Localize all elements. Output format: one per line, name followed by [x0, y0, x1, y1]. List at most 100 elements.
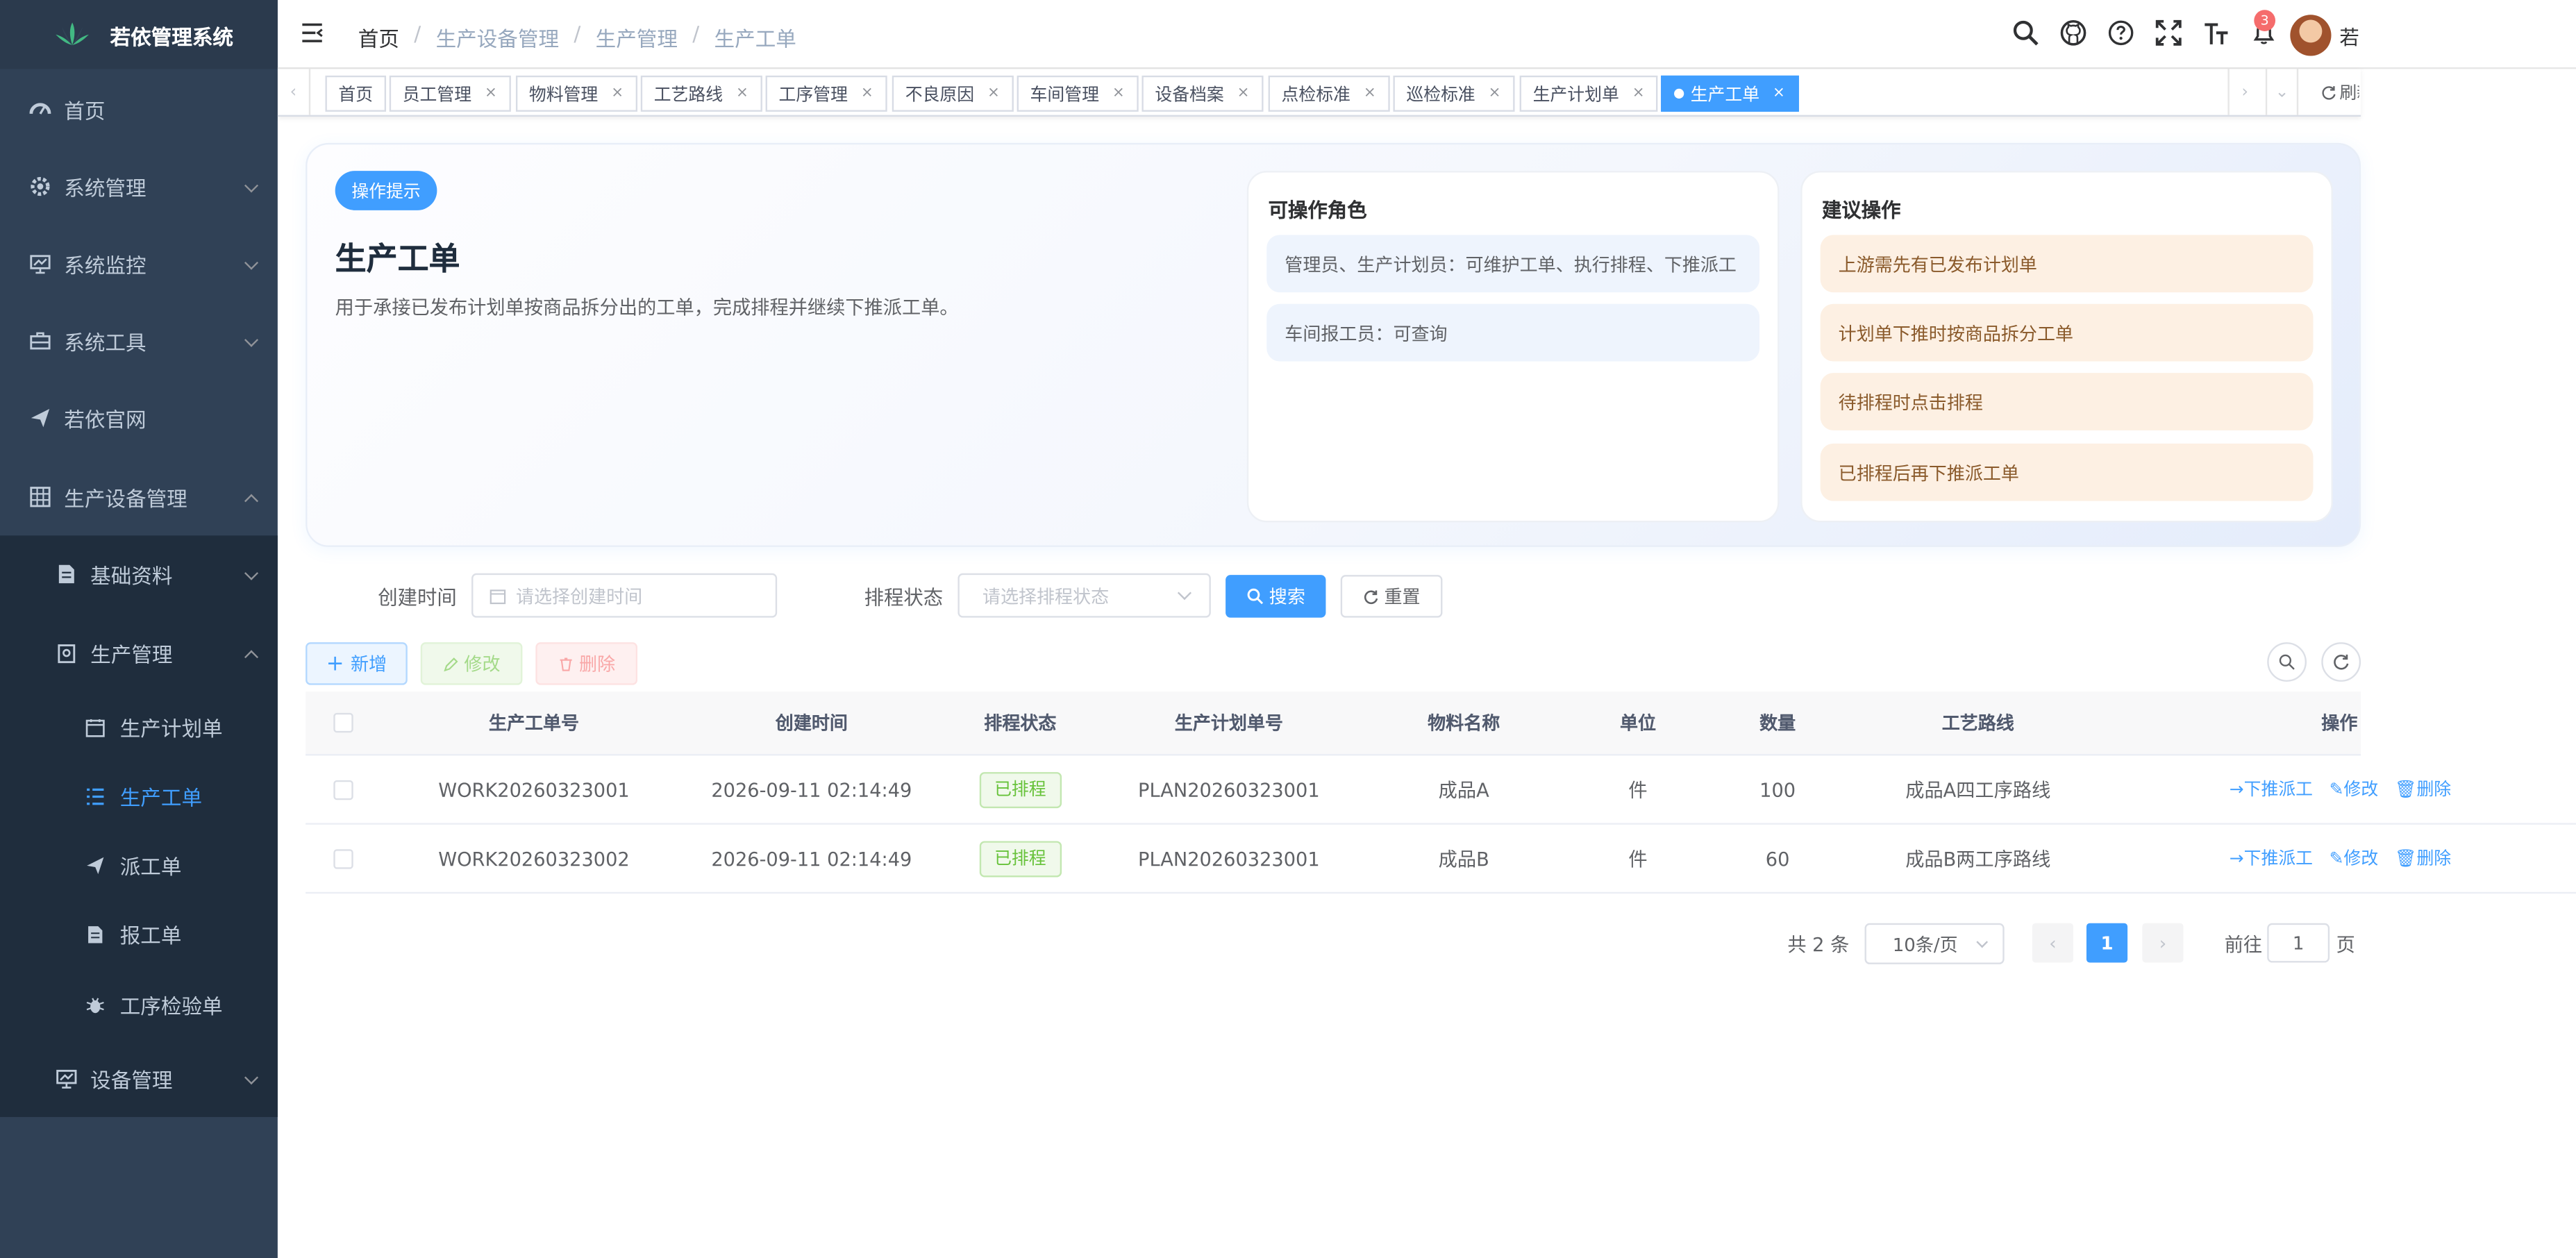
- push-dispatch-link[interactable]: →下推派工: [2230, 846, 2313, 871]
- quantity: 100: [1759, 778, 1796, 801]
- delete-link[interactable]: 🗑删除: [2395, 777, 2451, 801]
- sidebar-item-label: 生产管理: [90, 642, 173, 667]
- sidebar-item-report-order[interactable]: 报工单: [0, 896, 278, 973]
- fullscreen-icon[interactable]: [2154, 17, 2184, 49]
- close-icon[interactable]: ×: [1364, 85, 1376, 102]
- sidebar-item-label: 系统管理: [64, 176, 147, 201]
- close-icon[interactable]: ×: [1632, 85, 1645, 102]
- sidebar-item-monitor[interactable]: 系统监控: [0, 225, 278, 302]
- refresh-tag-button[interactable]: 刷新: [2321, 81, 2359, 105]
- row-checkbox[interactable]: [333, 779, 353, 800]
- sidebar-item-equipment-management[interactable]: 设备管理: [0, 1040, 278, 1117]
- page-number-button[interactable]: 1: [2086, 923, 2128, 963]
- close-icon[interactable]: ×: [736, 85, 748, 102]
- role-item: 车间报工员：可查询: [1266, 303, 1760, 362]
- column-header[interactable]: 生产计划单号: [1175, 691, 1283, 754]
- app-logo[interactable]: 若依管理系统: [0, 0, 278, 69]
- github-icon[interactable]: [2059, 17, 2089, 49]
- tag-spot-check[interactable]: 点检标准 ×: [1268, 75, 1389, 112]
- tag-patrol-check[interactable]: 巡检标准 ×: [1393, 75, 1514, 112]
- breadcrumb-item[interactable]: 首页: [358, 22, 399, 53]
- tag-process[interactable]: 工序管理 ×: [765, 75, 887, 112]
- sidebar-item-tools[interactable]: 系统工具: [0, 302, 278, 379]
- close-icon[interactable]: ×: [987, 85, 1000, 102]
- table-row[interactable]: WORK20260323002 2026-09-11 02:14:49 已排程 …: [306, 825, 2576, 894]
- close-icon[interactable]: ×: [1489, 85, 1501, 102]
- process-route: 成品B两工序路线: [1905, 846, 2051, 870]
- column-header[interactable]: 工艺路线: [1942, 691, 2014, 754]
- delete-link[interactable]: 🗑删除: [2395, 846, 2451, 871]
- chevron-down-icon: [244, 1071, 259, 1085]
- close-icon[interactable]: ×: [611, 85, 624, 102]
- row-checkbox[interactable]: [333, 848, 353, 869]
- edit-link[interactable]: ✎修改: [2330, 846, 2379, 871]
- column-header[interactable]: 数量: [1759, 691, 1796, 754]
- goto-page-input[interactable]: 1: [2267, 923, 2330, 963]
- sidebar-item-label: 生产计划单: [119, 716, 223, 741]
- clipboard-icon: [54, 641, 77, 664]
- schedule-status-select[interactable]: 请选择排程状态: [957, 573, 1211, 618]
- next-page-button[interactable]: ›: [2142, 923, 2184, 963]
- table-row[interactable]: WORK20260323001 2026-09-11 02:14:49 已排程 …: [306, 755, 2576, 825]
- menu-fold-icon[interactable]: [301, 22, 324, 44]
- sidebar-item-process-inspection[interactable]: 工序检验单: [0, 966, 278, 1043]
- tag-home[interactable]: 首页: [325, 75, 387, 112]
- column-header[interactable]: 物料名称: [1428, 691, 1500, 754]
- page-size-select[interactable]: 10条/页: [1864, 923, 2005, 964]
- column-header[interactable]: 单位: [1620, 691, 1656, 754]
- chevron-down-icon[interactable]: ⌄: [2265, 69, 2299, 115]
- close-icon[interactable]: ×: [485, 85, 497, 102]
- sidebar-item-home[interactable]: 首页: [0, 71, 278, 148]
- tag-workshop[interactable]: 车间管理 ×: [1017, 75, 1138, 112]
- avatar[interactable]: [2290, 15, 2332, 56]
- refresh-table-button[interactable]: [2321, 642, 2361, 682]
- edit-button[interactable]: 修改: [420, 642, 523, 685]
- tag-defect-reason[interactable]: 不良原因 ×: [892, 75, 1013, 112]
- close-icon[interactable]: ×: [1237, 85, 1250, 102]
- sidebar-item-production-plan[interactable]: 生产计划单: [0, 688, 278, 765]
- sidebar-item-production-management[interactable]: 生产管理: [0, 614, 278, 691]
- tags-scroll-right-icon[interactable]: ›: [2227, 69, 2260, 115]
- edit-link[interactable]: ✎修改: [2330, 777, 2379, 801]
- tag-employee[interactable]: 员工管理 ×: [389, 75, 510, 112]
- column-header[interactable]: 排程状态: [984, 691, 1056, 754]
- font-size-icon[interactable]: [2202, 17, 2232, 49]
- sidebar-item-production-equipment[interactable]: 生产设备管理: [0, 458, 278, 535]
- prev-page-button[interactable]: ‹: [2032, 923, 2074, 963]
- reset-button[interactable]: 重置: [1340, 575, 1443, 618]
- edit-button-label: 修改: [464, 653, 501, 676]
- delete-button[interactable]: 删除: [535, 642, 638, 685]
- close-icon[interactable]: ×: [861, 85, 873, 102]
- tags-scroll-left-icon[interactable]: ‹: [278, 69, 311, 115]
- column-header[interactable]: 创建时间: [776, 691, 848, 754]
- help-icon[interactable]: [2106, 17, 2136, 49]
- close-icon[interactable]: ×: [1773, 85, 1785, 102]
- chevron-down-icon: [244, 333, 259, 347]
- sidebar-item-ruoyi-site[interactable]: 若依官网: [0, 380, 278, 457]
- tag-production-plan[interactable]: 生产计划单 ×: [1519, 75, 1658, 112]
- search-button[interactable]: 搜索: [1226, 575, 1326, 618]
- sidebar: 若依管理系统 首页 系统管理 系统监控 系统工具 若依官网 生产设备管理 基础资…: [0, 0, 278, 1258]
- tag-equipment[interactable]: 设备档案 ×: [1141, 75, 1263, 112]
- toggle-search-button[interactable]: [2267, 642, 2307, 682]
- sidebar-item-system[interactable]: 系统管理: [0, 148, 278, 225]
- search-icon[interactable]: [2011, 17, 2041, 49]
- refresh-icon: [2322, 86, 2336, 100]
- select-all-checkbox[interactable]: [333, 712, 353, 733]
- push-dispatch-link[interactable]: →下推派工: [2230, 777, 2313, 801]
- sidebar-item-label: 生产设备管理: [64, 486, 187, 511]
- close-icon[interactable]: ×: [1112, 85, 1125, 102]
- tag-work-order[interactable]: 生产工单 ×: [1661, 75, 1798, 112]
- work-order-no: WORK20260323002: [438, 846, 630, 870]
- tag-material[interactable]: 物料管理 ×: [515, 75, 637, 112]
- sidebar-item-basic-data[interactable]: 基础资料: [0, 535, 278, 612]
- tag-route[interactable]: 工艺路线 ×: [640, 75, 762, 112]
- sidebar-item-dispatch-order[interactable]: 派工单: [0, 826, 278, 903]
- refresh-label: 刷新: [2339, 83, 2359, 104]
- sidebar-item-work-order[interactable]: 生产工单: [0, 757, 278, 835]
- column-header[interactable]: 生产工单号: [489, 691, 579, 754]
- created-time-picker[interactable]: 请选择创建时间: [471, 573, 778, 618]
- user-name[interactable]: 若: [2339, 23, 2359, 51]
- add-button[interactable]: + 新增: [306, 642, 408, 685]
- tag-label: 巡检标准: [1406, 84, 1475, 105]
